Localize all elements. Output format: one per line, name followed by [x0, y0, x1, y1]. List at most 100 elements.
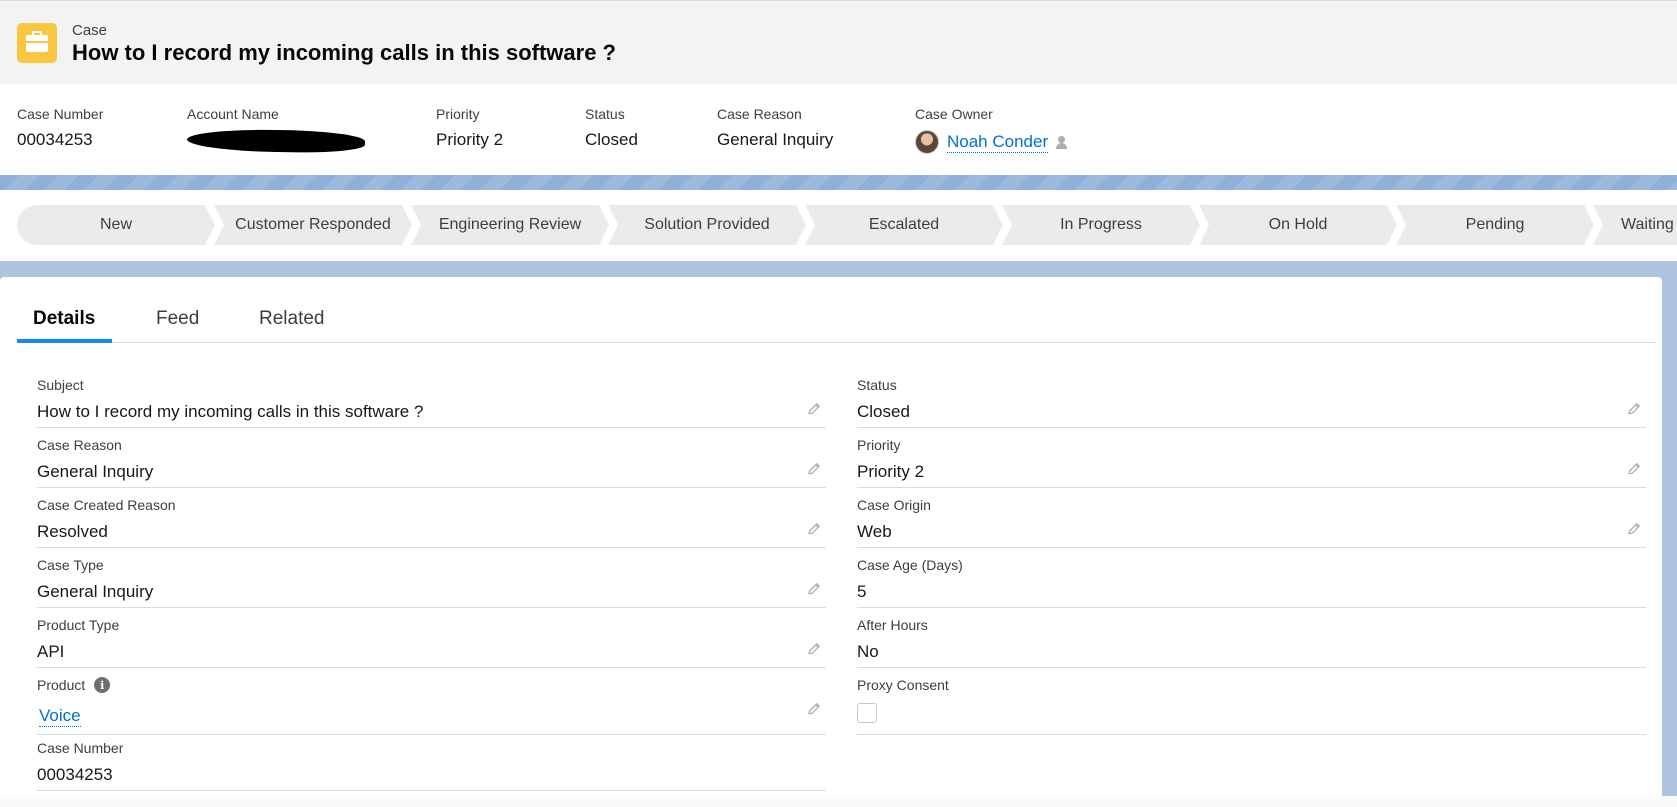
highlight-case-number: Case Number 00034253 [17, 106, 103, 150]
tab-bar: Details Feed Related [17, 277, 1656, 343]
edit-pencil-icon[interactable] [806, 401, 822, 417]
field-label: Status [857, 377, 897, 393]
edit-pencil-icon[interactable] [806, 641, 822, 657]
owner-link[interactable]: Noah Conder [947, 132, 1049, 153]
path-stage[interactable]: Solution Provided [608, 205, 806, 245]
field-subject: Subject How to I record my incoming calls… [37, 372, 826, 428]
field-value-link[interactable]: Voice [39, 706, 81, 727]
field-label: Case Reason [37, 437, 122, 453]
field-case-number: Case Number 00034253 [37, 735, 826, 791]
edit-pencil-icon[interactable] [1626, 401, 1642, 417]
field-label-text: Case Number [37, 740, 124, 756]
field-case-created-reason: Case Created Reason Resolved [37, 492, 826, 548]
edit-pencil-icon[interactable] [1626, 461, 1642, 477]
info-icon[interactable]: i [94, 677, 111, 693]
field-value: Web [857, 522, 892, 541]
redacted-account-mark [186, 128, 366, 154]
field-label-text: Product [37, 677, 86, 693]
path-stage[interactable]: Pending [1396, 205, 1594, 245]
highlight-label: Case Owner [915, 106, 993, 122]
field-value: Closed [857, 402, 910, 421]
field-value: General Inquiry [37, 582, 154, 601]
highlight-label: Status [585, 106, 625, 122]
field-value: 5 [857, 582, 867, 601]
field-label: Subject [37, 377, 84, 393]
edit-pencil-icon[interactable] [806, 581, 822, 597]
field-value: API [37, 642, 65, 661]
edit-pencil-icon[interactable] [1626, 521, 1642, 537]
field-label-text: Case Created Reason [37, 497, 176, 513]
proxy-consent-checkbox[interactable] [857, 703, 877, 723]
field-value: Priority 2 [857, 462, 925, 481]
avatar[interactable] [915, 130, 939, 154]
tab-feed[interactable]: Feed [156, 308, 199, 330]
page-title: How to I record my incoming calls in thi… [72, 40, 616, 65]
field-label: After Hours [857, 617, 928, 633]
edit-pencil-icon[interactable] [806, 521, 822, 537]
path-stage[interactable]: Waiting [1593, 205, 1677, 245]
highlight-priority: Priority Priority 2 [436, 106, 503, 150]
edit-pencil-icon[interactable] [806, 461, 822, 477]
path-stage[interactable]: Engineering Review [411, 205, 609, 245]
field-label: Priority [857, 437, 901, 453]
tab-related[interactable]: Related [259, 308, 325, 330]
record-header: Case How to I record my incoming calls i… [0, 0, 1677, 84]
field-label-text: Case Origin [857, 497, 931, 513]
path-stage[interactable]: New [17, 205, 215, 245]
page-bottom [0, 796, 1677, 807]
highlight-value: Closed [585, 130, 638, 149]
field-case-origin: Case Origin Web [857, 492, 1646, 548]
path-stage[interactable]: Customer Responded [214, 205, 412, 245]
field-label-text: Status [857, 377, 897, 393]
tab-details[interactable]: Details [33, 308, 95, 330]
highlight-value: General Inquiry [717, 130, 834, 149]
object-label: Case [72, 22, 108, 39]
field-product: Product i Voice [37, 672, 826, 735]
status-path: New Customer Responded Engineering Review S… [0, 190, 1677, 261]
field-label: Case Created Reason [37, 497, 176, 513]
path-stage[interactable]: Escalated [805, 205, 1003, 245]
field-label-text: Case Age (Days) [857, 557, 963, 573]
highlight-account-name: Account Name [186, 106, 366, 157]
field-label-text: Subject [37, 377, 84, 393]
highlight-label: Case Number [17, 106, 104, 122]
field-value: How to I record my incoming calls in thi… [37, 402, 424, 421]
highlight-case-reason: Case Reason General Inquiry [717, 106, 833, 150]
field-value: 00034253 [37, 765, 113, 784]
change-owner-icon[interactable] [1056, 135, 1070, 149]
edit-pencil-icon[interactable] [806, 701, 822, 717]
field-product-type: Product Type API [37, 612, 826, 668]
field-value: No [857, 642, 879, 661]
field-label: Proxy Consent [857, 677, 949, 693]
field-label: Case Type [37, 557, 104, 573]
field-label-text: After Hours [857, 617, 928, 633]
field-status: Status Closed [857, 372, 1646, 428]
highlight-label: Priority [436, 106, 480, 122]
decorative-band [0, 175, 1677, 190]
path-stage[interactable]: On Hold [1199, 205, 1397, 245]
field-label-text: Product Type [37, 617, 120, 633]
field-value: General Inquiry [37, 462, 154, 481]
field-priority: Priority Priority 2 [857, 432, 1646, 488]
highlight-label: Account Name [187, 106, 279, 122]
field-case-reason: Case Reason General Inquiry [37, 432, 826, 488]
highlights-panel: Case Number 00034253 Account Name Priori… [0, 84, 1677, 175]
field-label-text: Priority [857, 437, 901, 453]
field-label-text: Case Type [37, 557, 104, 573]
active-tab-indicator [17, 339, 112, 343]
field-proxy-consent: Proxy Consent [857, 672, 1646, 735]
field-label: Product Type [37, 617, 119, 633]
field-value: Resolved [37, 522, 108, 541]
field-label: Case Number [37, 740, 123, 756]
highlight-value: 00034253 [17, 130, 93, 149]
highlight-value: Priority 2 [436, 130, 504, 149]
highlight-value[interactable] [186, 128, 366, 157]
path-stages: New Customer Responded Engineering Review S… [17, 205, 1677, 245]
field-label: Case Age (Days) [857, 557, 963, 573]
path-stage[interactable]: In Progress [1002, 205, 1200, 245]
field-case-type: Case Type General Inquiry [37, 552, 826, 608]
field-label: Case Origin [857, 497, 931, 513]
field-after-hours: After Hours No [857, 612, 1646, 668]
highlight-label: Case Reason [717, 106, 802, 122]
field-label: Product i [37, 677, 111, 693]
